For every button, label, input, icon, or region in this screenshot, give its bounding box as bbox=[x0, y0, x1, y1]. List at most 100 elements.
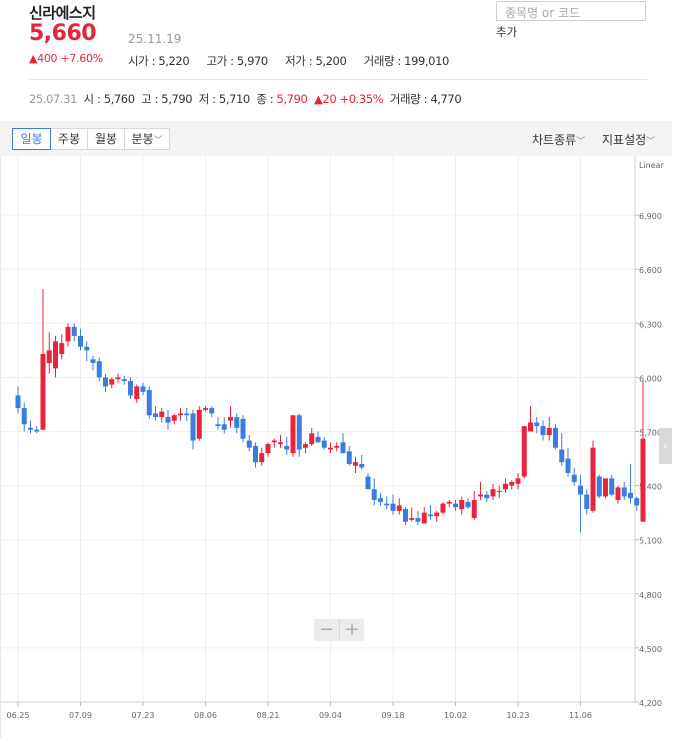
candle-body bbox=[296, 415, 302, 450]
candle-body bbox=[346, 451, 352, 464]
chart-area[interactable]: 4,200 4,500 4,800 5,100 5,400 5,700 6,000 6,300… bbox=[0, 156, 672, 738]
tab-weekly[interactable]: 주봉 bbox=[50, 128, 88, 150]
candle-body bbox=[434, 512, 440, 517]
x-tick-label: 10.23 bbox=[507, 711, 530, 720]
candle-body bbox=[509, 481, 515, 486]
candle-body bbox=[603, 478, 608, 497]
panel-toggle-chevron-left-icon[interactable]: ‹ bbox=[659, 428, 672, 464]
candle-body bbox=[359, 463, 365, 468]
candle-body bbox=[121, 379, 127, 382]
candle-body bbox=[109, 379, 115, 385]
candle-body bbox=[378, 498, 383, 502]
candle-body bbox=[403, 509, 408, 522]
candle-body bbox=[371, 489, 377, 501]
x-tick-label: 07.23 bbox=[132, 711, 155, 720]
add-button[interactable]: 추가 bbox=[496, 24, 517, 40]
tab-minute[interactable]: 분봉﹀ bbox=[124, 128, 170, 150]
candle-body bbox=[640, 438, 646, 522]
candle-body bbox=[28, 427, 33, 430]
candle-body bbox=[578, 485, 583, 495]
candle-body bbox=[353, 462, 358, 466]
candle-body bbox=[446, 501, 452, 504]
candle-body bbox=[321, 440, 327, 448]
x-tick-label: 09.04 bbox=[319, 711, 342, 720]
y-tick-label: 4,200 bbox=[639, 699, 662, 708]
candle-body bbox=[290, 415, 296, 454]
chart-type-menu[interactable]: 차트종류﹀ bbox=[532, 131, 585, 148]
chevron-down-icon: ﹀ bbox=[576, 137, 586, 147]
candle-body bbox=[309, 433, 315, 445]
candle-body bbox=[90, 359, 96, 363]
candle-body bbox=[328, 447, 333, 450]
candle-body bbox=[428, 514, 433, 517]
candle-body bbox=[284, 445, 290, 450]
candle-body bbox=[621, 487, 627, 497]
candlestick-chart[interactable]: 4,2004,5004,8005,1005,4005,7006,0006,300… bbox=[1, 156, 673, 738]
candle-body bbox=[584, 494, 590, 510]
candle-body bbox=[390, 503, 396, 511]
candle-body bbox=[253, 445, 258, 463]
candle-body bbox=[628, 492, 633, 499]
zoom-out-button[interactable]: − bbox=[314, 619, 339, 641]
x-tick-label: 08.21 bbox=[257, 711, 280, 720]
candle-body bbox=[303, 444, 308, 448]
zoom-in-button[interactable]: + bbox=[339, 619, 364, 641]
chevron-down-icon: ﹀ bbox=[646, 137, 656, 147]
y-tick-label: 6,900 bbox=[639, 212, 662, 221]
search-input[interactable]: 종목명 or 코드 bbox=[496, 1, 646, 21]
candle-body bbox=[503, 483, 508, 490]
candle-body bbox=[234, 417, 240, 428]
candle-body bbox=[340, 442, 346, 454]
candle-body bbox=[365, 476, 371, 490]
low-price: 저가 : 5,200 bbox=[285, 54, 347, 68]
candle-body bbox=[496, 491, 502, 493]
indicator-settings-label: 지표설정 bbox=[602, 133, 647, 147]
chart-type-label: 차트종류 bbox=[532, 133, 577, 147]
candle-body bbox=[165, 417, 171, 423]
candle-body bbox=[271, 440, 277, 443]
x-tick-label: 09.18 bbox=[382, 711, 405, 720]
ohlc-summary: 시가 : 5,220 고가 : 5,970 저가 : 5,200 거래량 : 1… bbox=[128, 53, 463, 69]
candle-body bbox=[421, 512, 427, 524]
candle-body bbox=[196, 409, 202, 439]
hover-close-label: 종 : bbox=[256, 92, 277, 106]
candle-body bbox=[221, 424, 227, 430]
candle-body bbox=[559, 449, 565, 463]
candle-body bbox=[315, 436, 321, 443]
high-price: 고가 : 5,970 bbox=[206, 54, 269, 68]
candle-body bbox=[396, 505, 402, 511]
y-tick-label: 4,800 bbox=[639, 591, 662, 600]
candle-body bbox=[246, 440, 252, 448]
candle-body bbox=[484, 494, 490, 499]
indicator-settings-menu[interactable]: 지표설정﹀ bbox=[602, 131, 655, 148]
candle-body bbox=[515, 478, 521, 484]
candle-body bbox=[590, 447, 596, 511]
candle-body bbox=[146, 390, 152, 416]
tab-daily[interactable]: 일봉 bbox=[12, 128, 51, 150]
hover-close: 5,790 bbox=[276, 92, 308, 106]
open-price: 시가 : 5,220 bbox=[128, 54, 190, 68]
candle-body bbox=[71, 326, 77, 336]
candle-body bbox=[540, 426, 546, 436]
candle-body bbox=[84, 346, 90, 351]
candle-body bbox=[634, 498, 640, 506]
candle-body bbox=[478, 494, 483, 497]
hover-high: 고 : 5,790 bbox=[141, 92, 193, 106]
candle-body bbox=[471, 500, 477, 519]
candle-body bbox=[453, 503, 458, 508]
candle-body bbox=[171, 415, 177, 421]
hover-low: 저 : 5,710 bbox=[198, 92, 250, 106]
candle-body bbox=[259, 453, 265, 463]
candle-body bbox=[228, 417, 233, 421]
candle-body bbox=[178, 413, 183, 416]
candle-body bbox=[521, 426, 527, 477]
candle-body bbox=[409, 518, 415, 520]
y-tick-label: 5,100 bbox=[639, 537, 662, 546]
candle-body bbox=[265, 444, 271, 454]
y-tick-label: 6,000 bbox=[639, 374, 662, 383]
candle-body bbox=[53, 341, 58, 369]
candle-body bbox=[209, 408, 215, 414]
tab-monthly[interactable]: 월봉 bbox=[87, 128, 125, 150]
candle-body bbox=[159, 411, 165, 418]
candle-body bbox=[65, 326, 71, 342]
